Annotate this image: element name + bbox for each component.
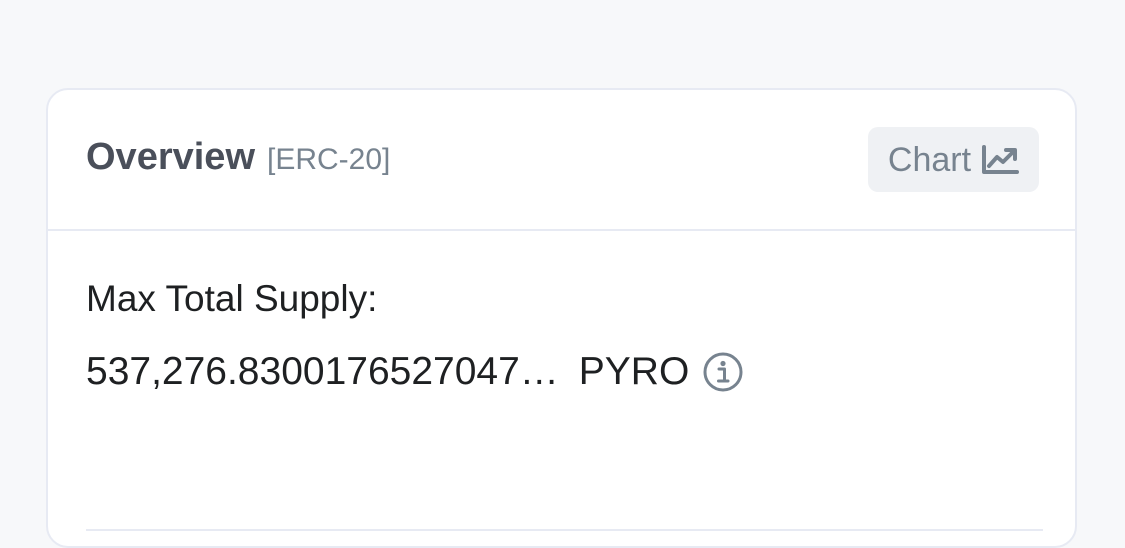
max-total-supply-label: Max Total Supply: [86,278,378,319]
token-symbol: PYRO [578,350,690,393]
token-standard-label: [ERC-20] [267,143,391,176]
section-divider [86,529,1043,531]
card-header: Overview [ERC-20] Chart [48,90,1075,231]
chart-button[interactable]: Chart [868,127,1039,192]
card-body: Max Total Supply: 537,276.8300176527047…… [86,277,1043,531]
overview-heading: Overview [ERC-20] [86,136,390,179]
overview-card: Overview [ERC-20] Chart Max Total Supply… [46,88,1077,548]
overview-title: Overview [86,136,255,178]
chart-line-icon [981,145,1020,175]
info-icon[interactable] [702,351,744,393]
max-total-supply-value: 537,276.8300176527047… [86,350,559,393]
supply-row: 537,276.8300176527047… PYRO [86,350,744,394]
chart-button-label: Chart [887,140,972,179]
